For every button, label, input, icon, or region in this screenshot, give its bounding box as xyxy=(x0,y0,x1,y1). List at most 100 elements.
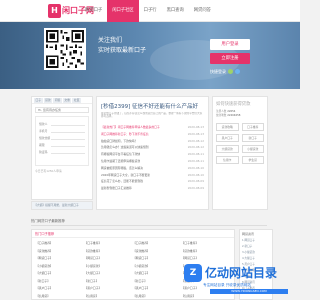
news-date: 2020-08-12 xyxy=(187,138,204,143)
category-link[interactable]: 【贷款推荐】 xyxy=(85,248,134,255)
list-item[interactable]: 最新秒到账口子汇总推荐 2020-08-09 xyxy=(101,185,204,192)
stat-label: 注册人数 xyxy=(216,110,227,113)
register-button[interactable]: 立即注册 xyxy=(210,53,250,64)
qq-login-icon[interactable] xyxy=(235,69,240,74)
news-date: 2020-08-10 xyxy=(187,172,204,177)
category-link[interactable]: 【网贷口子】 xyxy=(133,255,182,262)
site-logo[interactable]: H 闲口子网 xyxy=(48,4,94,18)
watermark-url: WWW.YIDONGSEO.COM xyxy=(210,289,288,294)
logo-mark-icon: H xyxy=(48,4,61,18)
captcha-field[interactable] xyxy=(51,150,85,154)
category-link[interactable]: 【新口子】 xyxy=(85,278,134,285)
category-link[interactable]: 【小额贷款】 xyxy=(133,263,182,270)
list-item[interactable]: 【最新热门】闲口子网推荐申请人数最多的口子 2020-08-13 xyxy=(101,124,204,131)
list-item[interactable]: 急用钱怎么办？这些渠道可以快速借到 2020-08-12 xyxy=(101,144,204,151)
news-title: 网贷被拒原因有哪些，该怎么解决 xyxy=(101,165,143,170)
category-link[interactable]: 【大额口子】 xyxy=(85,270,134,277)
news-date: 2020-08-10 xyxy=(187,165,204,170)
term-field[interactable] xyxy=(51,143,85,147)
category-button[interactable]: 信用卡 xyxy=(216,156,239,164)
promo-strip[interactable]: 【大额】提额不用愁，最新大额口子 xyxy=(31,201,93,210)
nav-item-loans[interactable]: 网贷口子 xyxy=(80,0,107,22)
news-title: 信用卡逾期了还能申请哪些贷款 xyxy=(101,158,141,163)
nav-item-qa[interactable]: 网贷问答 xyxy=(189,0,216,22)
news-date: 2020-08-12 xyxy=(187,145,204,150)
category-link[interactable]: 【贷款推荐】 xyxy=(133,248,182,255)
list-item[interactable]: 信用卡逾期了还能申请哪些贷款 2020-08-11 xyxy=(101,158,204,165)
category-link[interactable]: 【小额贷款】 xyxy=(36,263,85,270)
watermark-logo-icon: Z xyxy=(184,264,202,282)
category-button[interactable]: 黑户口子 xyxy=(216,134,239,142)
wechat-login-icon[interactable] xyxy=(228,69,233,74)
category-button[interactable]: 贷款攻略 xyxy=(216,123,239,131)
category-link[interactable]: 【信用贷】 xyxy=(36,293,85,300)
tab-community[interactable]: 社区 xyxy=(72,98,82,103)
watermark-subtitle: 专注网站目录 只收录优质网站 xyxy=(203,283,251,287)
category-link[interactable]: 【口子推荐】 xyxy=(182,240,231,247)
category-link[interactable]: 【大额口子】 xyxy=(133,270,182,277)
category-button[interactable]: 大额贷款 xyxy=(216,145,239,153)
borrower-field[interactable] xyxy=(51,122,85,126)
tab-article[interactable]: 文章 xyxy=(62,98,72,103)
category-link[interactable]: 【小额贷款】 xyxy=(85,263,134,270)
category-link[interactable]: 【黑户口子】 xyxy=(133,285,182,292)
field-label: 借款金额 xyxy=(39,135,51,140)
apply-form: 借款人 手机号 借款金额 期限 验证码 xyxy=(35,116,89,166)
news-date: 2020-08-09 xyxy=(187,179,204,184)
qr-code-icon xyxy=(46,30,84,68)
news-links-title: 网贷资讯 xyxy=(242,232,255,236)
nav-item-blacklist[interactable]: 黑口查询 xyxy=(162,0,189,22)
list-item[interactable]: 征信花了怎么办，还能不能借到钱 2020-08-09 xyxy=(101,178,204,185)
section-header: 热门网贷口子最新推荐 xyxy=(31,217,267,226)
category-link[interactable]: 【口子推荐】 xyxy=(133,240,182,247)
stat-label: 放款笔数 xyxy=(216,114,227,117)
field-label: 手机号 xyxy=(39,128,48,133)
hero-subtitle: 实时获取最新口子 xyxy=(98,47,147,54)
stats-block: 注册人数 22654 放款笔数 22404658 xyxy=(213,110,267,118)
tab-qa[interactable]: 问答 xyxy=(53,98,62,103)
nav-item-community[interactable]: 闲口子社区 xyxy=(107,0,139,22)
top-bar: H 闲口子网 网贷口子 闲口子社区 口子行 黑口查询 网贷问答 xyxy=(0,0,300,22)
login-button[interactable]: 用户登录 xyxy=(210,39,250,50)
category-link[interactable]: 【大额口子】 xyxy=(36,270,85,277)
hero-banner: 关注我们 实时获取最新口子 用户登录 立即注册 快捷登录 xyxy=(0,22,300,89)
news-panel: [秒借2399] 征信不好还能有什么产品好 最近想口子用钱了，征信不好该怎么找到… xyxy=(96,96,209,210)
category-link[interactable]: 【网贷口子】 xyxy=(182,255,231,262)
tab-kouzi[interactable]: 口子 xyxy=(34,98,43,103)
category-link[interactable]: 【贷款推荐】 xyxy=(36,248,85,255)
phone-field[interactable] xyxy=(51,129,85,133)
category-link[interactable]: 【口子推荐】 xyxy=(85,240,134,247)
category-link[interactable]: 【贷款推荐】 xyxy=(182,248,231,255)
category-button[interactable]: 口子推荐 xyxy=(241,123,264,131)
category-link[interactable]: 【新口子】 xyxy=(133,278,182,285)
category-link[interactable]: 【网贷口子】 xyxy=(85,255,134,262)
quick-loan-title: 如何快速获得贷款 xyxy=(216,102,251,107)
watermark: Z 亿动网站目录 专注网站目录 只收录优质网站 WWW.YIDONGSEO.CO… xyxy=(184,262,300,300)
category-link[interactable]: 【黑户口子】 xyxy=(85,285,134,292)
form-row-name: 借款人 xyxy=(39,120,85,127)
todo-notice[interactable]: Hi, 您有待办任务 xyxy=(35,107,89,113)
list-item[interactable]: 有哪些网贷平台不看征信下款快 2020-08-11 xyxy=(101,151,204,158)
news-date: 2020-08-13 xyxy=(187,125,204,129)
list-item[interactable]: 拍拍贷口碑如何，下款快吗？ 2020-08-12 xyxy=(101,138,204,145)
list-item[interactable]: 闲口子网推荐新口子：秒下款不查征信 2020-08-13 xyxy=(101,131,204,138)
list-item[interactable]: 网贷被拒原因有哪些，该怎么解决 2020-08-10 xyxy=(101,165,204,172)
category-link[interactable]: 【口子推荐】 xyxy=(36,240,85,247)
main-nav: 网贷口子 闲口子社区 口子行 黑口查询 网贷问答 xyxy=(80,0,216,22)
news-headline[interactable]: [秒借2399] 征信不好还能有什么产品好 xyxy=(97,97,208,112)
form-row-code: 验证码 xyxy=(39,148,85,155)
category-link[interactable]: 【信用贷】 xyxy=(85,293,134,300)
category-button[interactable]: 小额贷款 xyxy=(241,145,264,153)
list-item[interactable]: 2020年网贷口子大全，新口子不断更新 2020-08-10 xyxy=(101,172,204,179)
nav-item-kouzi[interactable]: 口子行 xyxy=(139,0,162,22)
category-link[interactable]: 【黑户口子】 xyxy=(36,285,85,292)
category-link[interactable]: 【网贷口子】 xyxy=(36,255,85,262)
amount-field[interactable] xyxy=(51,136,85,140)
category-link[interactable]: 【新口子】 xyxy=(36,278,85,285)
category-button[interactable]: 学生贷 xyxy=(241,156,264,164)
category-link[interactable]: 【信用贷】 xyxy=(133,293,182,300)
form-row-amount: 借款金额 xyxy=(39,134,85,141)
news-title: 2020年网贷口子大全，新口子不断更新 xyxy=(101,172,151,177)
tab-loan[interactable]: 贷款 xyxy=(43,98,53,103)
category-button[interactable]: 新口子 xyxy=(241,134,264,142)
